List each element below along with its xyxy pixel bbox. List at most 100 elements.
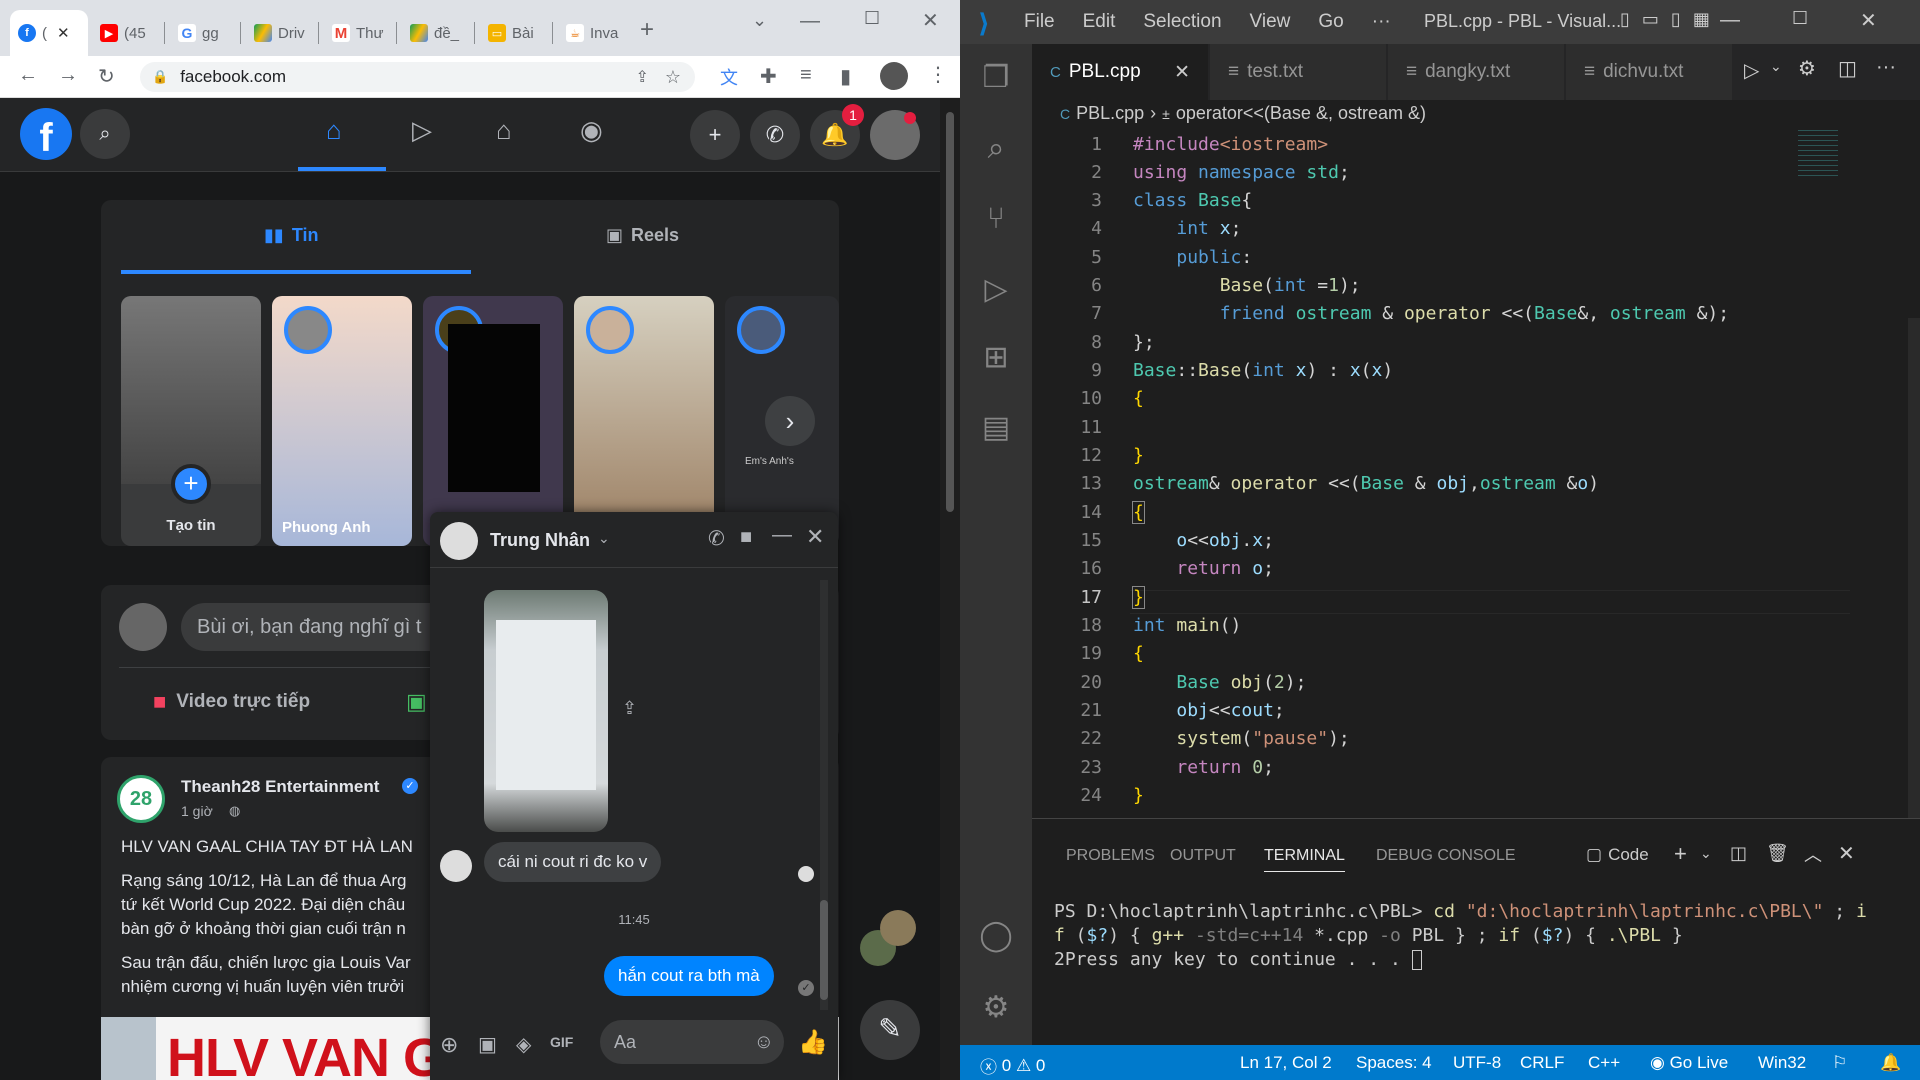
create-icon[interactable]: + [690, 110, 740, 160]
video-call-icon[interactable]: ■ [740, 526, 752, 549]
tab-drive-2[interactable]: đề_ [402, 10, 467, 56]
trash-icon[interactable]: 🗑 [1766, 843, 1789, 864]
post-time[interactable]: 1 giờ [181, 803, 213, 819]
chat-scrollbar[interactable] [820, 580, 828, 1010]
tab-dangky-txt[interactable]: ≡ dangky.txt [1388, 44, 1564, 100]
maximize-panel-icon[interactable]: ︿ [1804, 841, 1822, 867]
tab-java[interactable]: ☕ Inva [558, 10, 626, 56]
problems-status[interactable]: ⓧ 0 ⚠ 0 [980, 1053, 1045, 1078]
chrome-menu-icon[interactable]: ⋮ [928, 62, 948, 87]
tab-drive[interactable]: Driv [246, 10, 313, 56]
tab-pbl-cpp[interactable]: C PBL.cpp ✕ [1032, 44, 1208, 100]
chevron-down-icon[interactable]: ⌄ [1770, 58, 1782, 75]
stories-next-icon[interactable]: › [765, 396, 815, 446]
tab-test-txt[interactable]: ≡ test.txt [1210, 44, 1386, 100]
contact-name[interactable]: Trung Nhân [490, 530, 590, 551]
menu-file[interactable]: File [1024, 11, 1055, 33]
image-attach-icon[interactable]: ▣ [478, 1032, 497, 1057]
menu-more[interactable]: ··· [1372, 11, 1391, 33]
panel-tab-debug-console[interactable]: DEBUG CONSOLE [1376, 847, 1516, 865]
close-window-icon[interactable]: ✕ [922, 8, 939, 33]
gif-icon[interactable]: GIF [550, 1034, 573, 1050]
page-avatar[interactable]: 28 [117, 775, 165, 823]
feedback-icon[interactable]: ⚐ [1832, 1053, 1847, 1073]
reload-icon[interactable]: ↻ [98, 64, 115, 89]
live-video-button[interactable]: ■ Video trực tiếp [153, 689, 310, 715]
minimize-chat-icon[interactable]: — [772, 524, 792, 547]
accounts-icon[interactable]: ◯ [978, 918, 1014, 954]
messenger-icon[interactable]: ✆ [750, 110, 800, 160]
watch-icon[interactable]: ▷ [412, 115, 432, 146]
testing-icon[interactable]: ▤ [978, 410, 1014, 446]
tab-reels[interactable]: ▣ Reels [606, 225, 679, 246]
panel-tab-terminal[interactable]: TERMINAL [1264, 847, 1345, 872]
terminal-profile[interactable]: ▢ Code [1586, 845, 1649, 865]
gear-icon[interactable]: ⚙ [1798, 56, 1816, 81]
notifications-bell-icon[interactable]: 🔔 [1880, 1053, 1901, 1073]
extensions-icon[interactable]: ✚ [760, 64, 777, 89]
minimize-icon[interactable]: — [800, 10, 820, 33]
platform[interactable]: Win32 [1758, 1053, 1806, 1073]
back-icon[interactable]: ← [18, 64, 38, 87]
chevron-down-icon[interactable]: ⌄ [598, 530, 610, 547]
close-tab-icon[interactable]: ✕ [1174, 61, 1190, 84]
extensions-icon[interactable]: ⊞ [978, 340, 1014, 376]
settings-gear-icon[interactable]: ⚙ [978, 990, 1014, 1026]
more-actions-icon[interactable]: ··· [1876, 56, 1896, 79]
run-debug-icon[interactable]: ▷ [978, 272, 1014, 308]
story-card[interactable]: Phuong Anh [272, 296, 412, 546]
go-live-button[interactable]: ◉ Go Live [1650, 1053, 1728, 1073]
facebook-logo[interactable]: f [20, 108, 72, 160]
search-icon[interactable]: ⌕ [80, 109, 130, 159]
tab-search-icon[interactable]: ⌄ [752, 10, 767, 31]
contact-avatar[interactable] [440, 522, 478, 560]
tab-youtube[interactable]: ▶ (45 [92, 10, 154, 56]
minimap[interactable] [1798, 130, 1838, 180]
create-story-card[interactable]: + Tạo tin [121, 296, 261, 546]
search-icon[interactable]: ⌕ [978, 132, 1014, 168]
menu-edit[interactable]: Edit [1083, 11, 1116, 33]
emoji-icon[interactable]: ☺ [754, 1031, 774, 1054]
post-author[interactable]: Theanh28 Entertainment [181, 777, 379, 797]
story-card[interactable] [423, 296, 563, 546]
add-attachment-icon[interactable]: ⊕ [440, 1032, 458, 1058]
like-icon[interactable]: 👍 [798, 1028, 828, 1057]
tab-stories[interactable]: ▮▮ Tin [264, 225, 318, 246]
message-input[interactable]: Aa ☺ [600, 1020, 784, 1064]
sidepanel-icon[interactable]: ▮ [840, 64, 851, 89]
close-tab-icon[interactable]: ✕ [57, 24, 70, 42]
run-icon[interactable]: ▷ [1744, 58, 1759, 83]
forward-icon[interactable]: → [58, 64, 78, 87]
photo-icon[interactable]: ▣ [406, 689, 427, 715]
shared-photo[interactable] [484, 590, 608, 832]
minimize-icon[interactable]: — [1720, 9, 1740, 32]
phone-icon[interactable]: ✆ [708, 526, 725, 551]
outgoing-message[interactable]: hắn cout ra bth mà [604, 956, 774, 996]
tab-dichvu-txt[interactable]: ≡ dichvu.txt [1566, 44, 1732, 100]
breadcrumb-file[interactable]: PBL.cpp [1076, 103, 1144, 124]
close-window-icon[interactable]: ✕ [1860, 8, 1877, 33]
source-control-icon[interactable]: ⑂ [978, 202, 1014, 238]
share-icon[interactable]: ⇪ [635, 67, 648, 87]
add-story-icon[interactable]: + [171, 464, 211, 504]
code-editor[interactable]: 1 2 3 4 5 6 7 8 9 10 11 12 13 14 15 16 1… [1032, 128, 1920, 918]
explorer-icon[interactable]: ❐ [978, 60, 1014, 96]
incoming-message[interactable]: cái ni cout ri đc ko v [484, 842, 662, 882]
maximize-icon[interactable]: ☐ [864, 8, 880, 29]
panel-tab-problems[interactable]: PROBLEMS [1066, 847, 1155, 865]
tab-google[interactable]: Ggg [170, 10, 227, 56]
maximize-icon[interactable]: ☐ [1792, 8, 1808, 29]
menu-selection[interactable]: Selection [1143, 11, 1221, 33]
menu-go[interactable]: Go [1318, 11, 1343, 33]
omnibox[interactable]: 🔒 facebook.com ⇪ ☆ [140, 62, 695, 92]
new-terminal-icon[interactable]: + [1674, 841, 1687, 867]
indentation[interactable]: Spaces: 4 [1356, 1053, 1432, 1073]
panel-tab-output[interactable]: OUTPUT [1170, 847, 1236, 865]
bookmark-star-icon[interactable]: ☆ [665, 67, 681, 88]
share-icon[interactable]: ⇪ [622, 698, 637, 719]
groups-icon[interactable]: ◉ [580, 115, 603, 146]
line-ending[interactable]: CRLF [1520, 1053, 1564, 1073]
tab-slides[interactable]: ▭ Bài [480, 10, 542, 56]
menu-view[interactable]: View [1250, 11, 1291, 33]
tab-facebook[interactable]: f (✕ [10, 10, 88, 56]
